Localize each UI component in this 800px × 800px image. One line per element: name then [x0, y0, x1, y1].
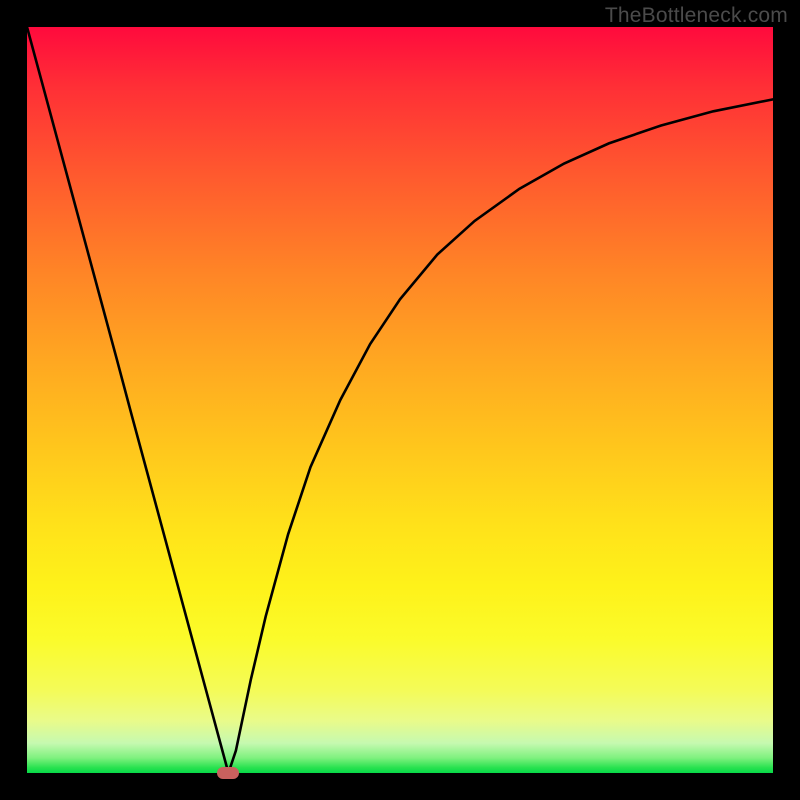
watermark-text: TheBottleneck.com	[605, 4, 788, 28]
bottleneck-curve	[27, 27, 773, 773]
chart-frame: TheBottleneck.com	[0, 0, 800, 800]
plot-area	[27, 27, 773, 773]
curve-path	[27, 27, 773, 773]
optimal-point-marker	[217, 767, 239, 779]
